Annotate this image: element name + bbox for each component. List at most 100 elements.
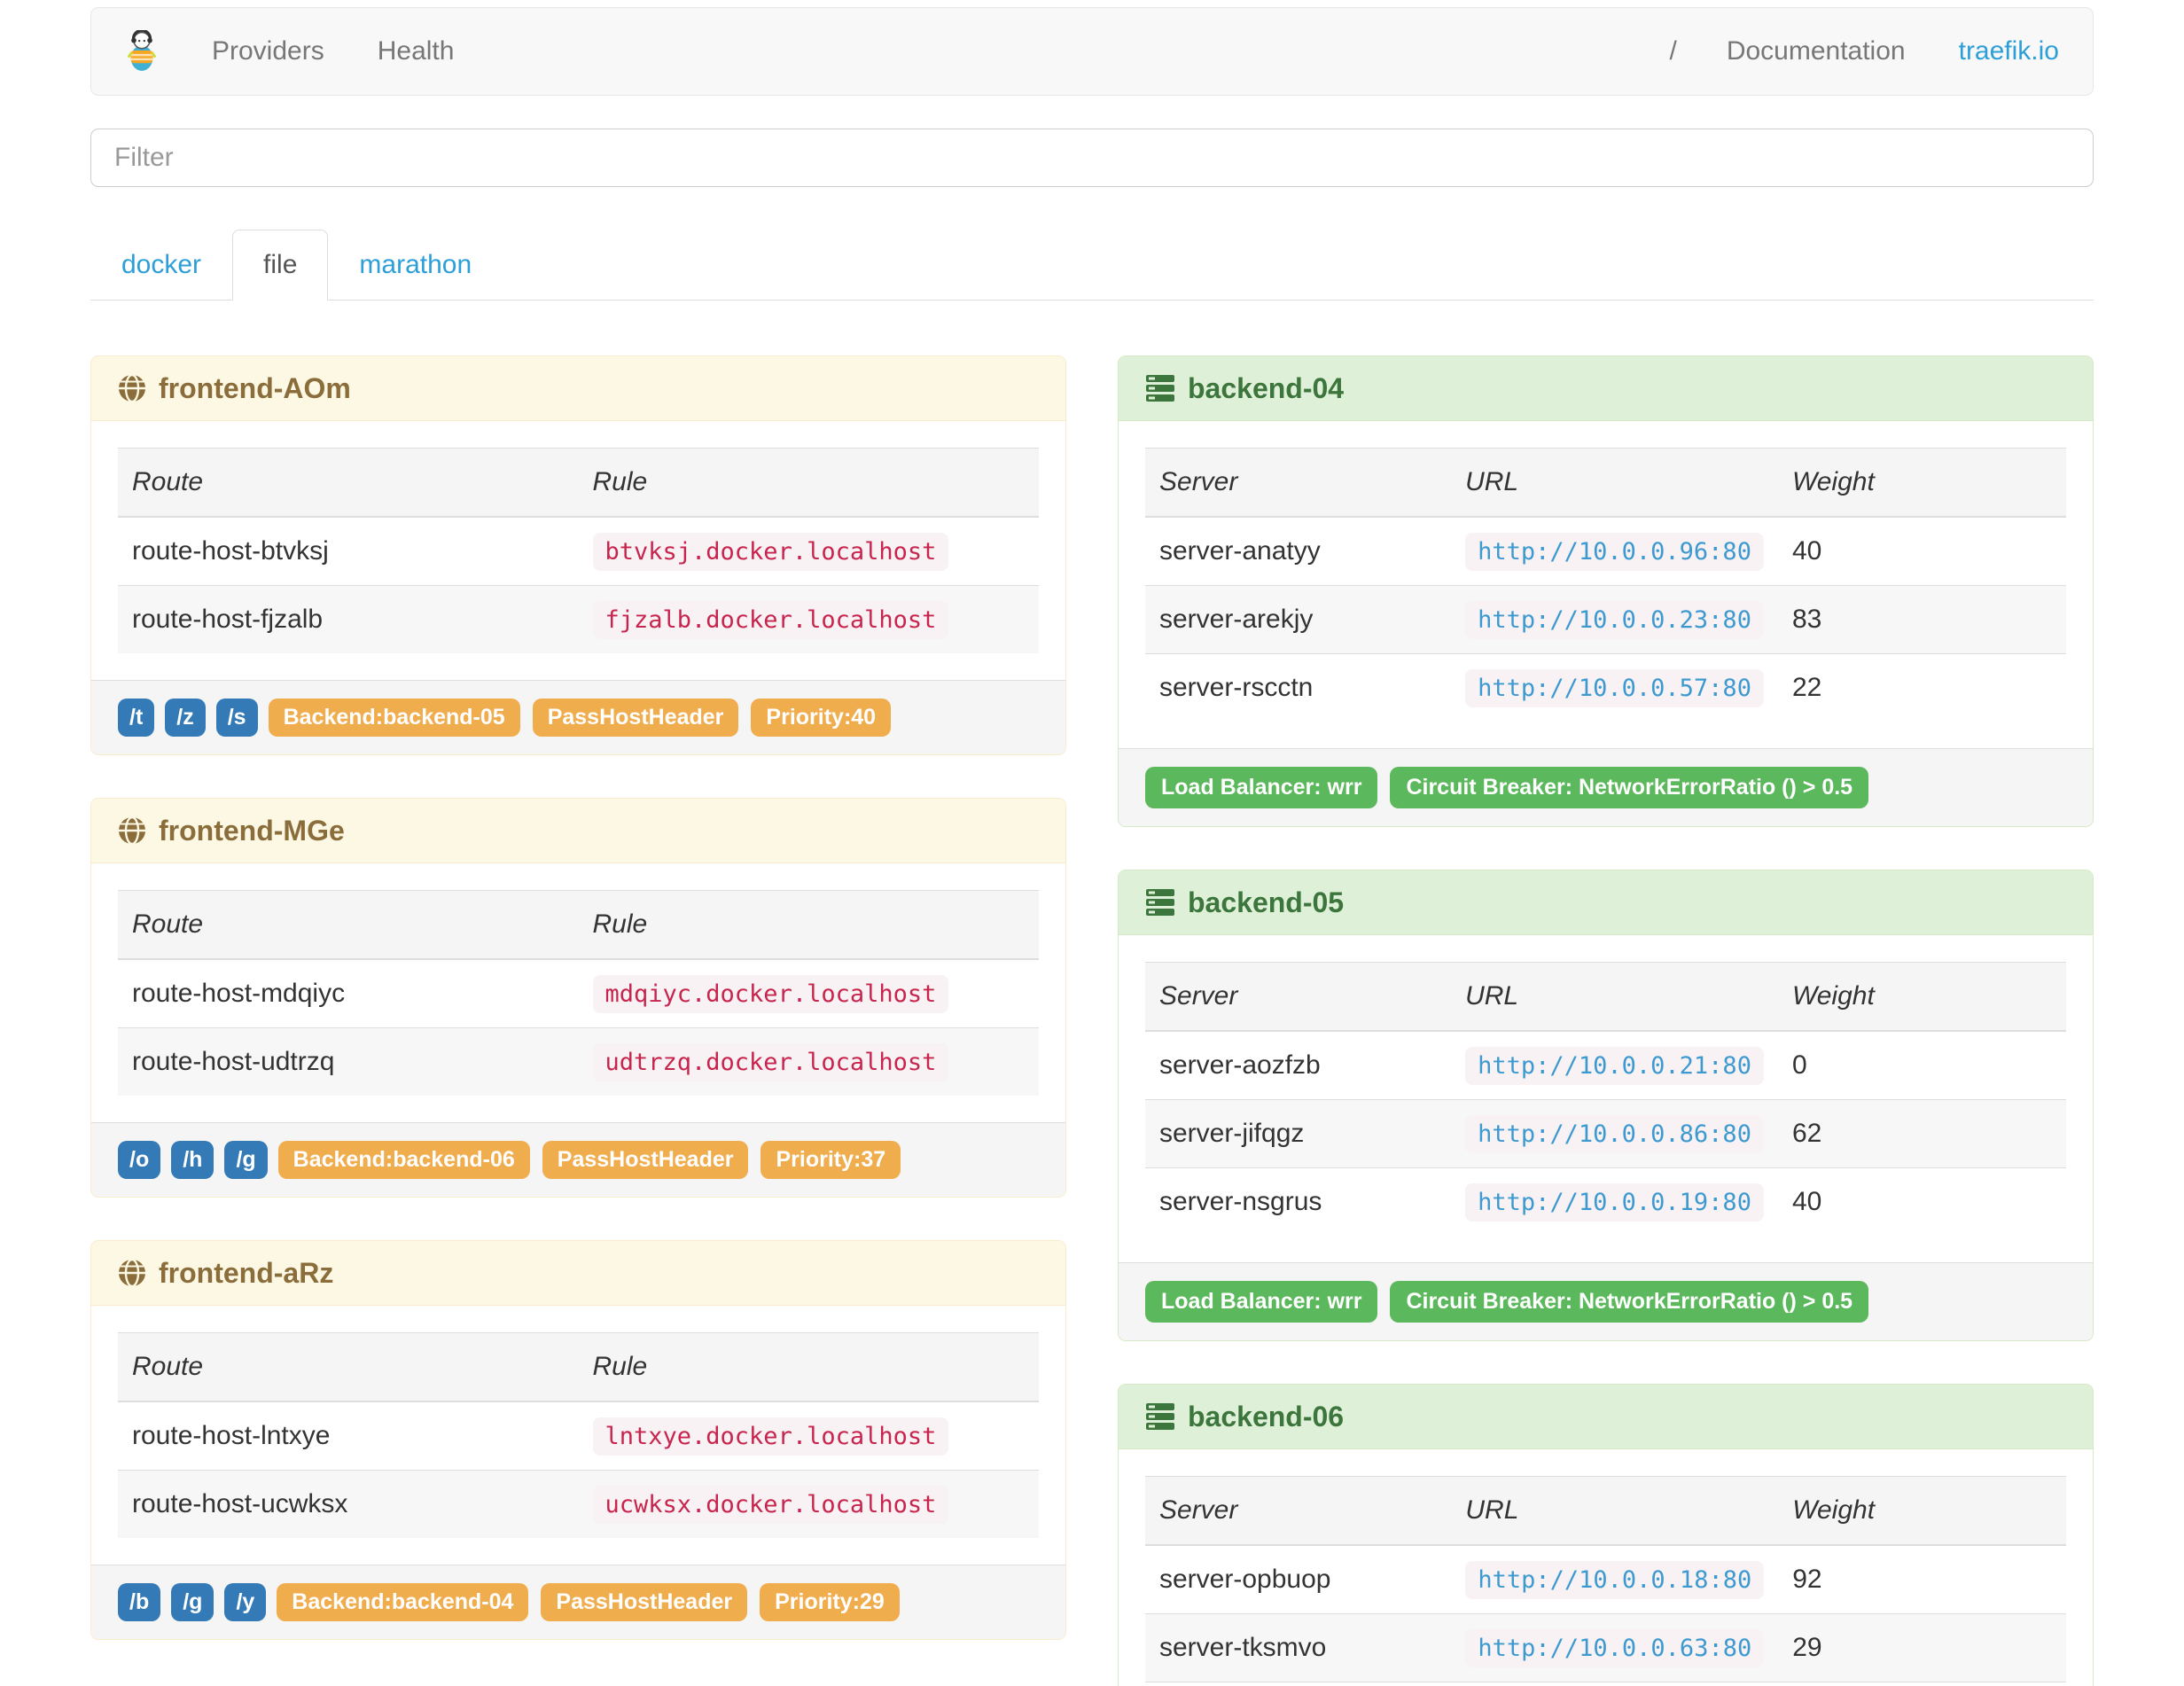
frontend-panel-MGe: frontend-MGe Route Rule route-host-mdqiy… bbox=[90, 798, 1066, 1198]
backend-badge: Backend:backend-05 bbox=[268, 699, 520, 737]
server-name: server-anatyy bbox=[1159, 536, 1321, 566]
table-row: server-anatyy http://10.0.0.96:80 40 bbox=[1145, 517, 2066, 586]
frontend-panel-AOm: frontend-AOm Route Rule route-host-btvks… bbox=[90, 355, 1066, 755]
servers-table: Server URL Weight server-anatyy http://1… bbox=[1145, 448, 2066, 722]
provider-tabs: docker file marathon bbox=[90, 230, 2094, 301]
server-url: http://10.0.0.57:80 bbox=[1465, 669, 1764, 707]
route-rule: fjzalb.docker.localhost bbox=[592, 601, 949, 639]
circuit-breaker-badge: Circuit Breaker: NetworkErrorRatio () > … bbox=[1390, 1281, 1869, 1323]
nav-separator: / bbox=[1669, 36, 1677, 66]
server-weight: 29 bbox=[1778, 1613, 2066, 1682]
table-row: server-tksmvo http://10.0.0.63:80 29 bbox=[1145, 1613, 2066, 1682]
table-row: route-host-fjzalb fjzalb.docker.localhos… bbox=[118, 585, 1039, 653]
server-weight: 22 bbox=[1777, 653, 2066, 722]
routes-table: Route Rule route-host-mdqiyc mdqiyc.dock… bbox=[118, 890, 1039, 1096]
server-name: server-tksmvo bbox=[1145, 1613, 1452, 1682]
column-header: URL bbox=[1451, 1476, 1779, 1546]
priority-badge: Priority:29 bbox=[760, 1583, 900, 1621]
route-rule: btvksj.docker.localhost bbox=[592, 533, 949, 571]
backends-column: backend-04 Server URL Weight server-anat… bbox=[1118, 355, 2094, 1686]
nav-providers[interactable]: Providers bbox=[185, 36, 351, 66]
priority-badge: Priority:40 bbox=[751, 699, 892, 737]
table-row: route-host-udtrzq udtrzq.docker.localhos… bbox=[118, 1027, 1039, 1096]
entrypoint-badge: /y bbox=[224, 1583, 267, 1621]
server-url: http://10.0.0.23:80 bbox=[1465, 601, 1764, 639]
table-row: server-updqmo http://10.0.0.83:80 57 bbox=[1145, 1682, 2066, 1686]
table-row: route-host-btvksj btvksj.docker.localhos… bbox=[118, 517, 1039, 586]
tab-marathon[interactable]: marathon bbox=[328, 230, 503, 301]
server-weight: 40 bbox=[1791, 536, 1822, 566]
column-header: URL bbox=[1451, 448, 1778, 518]
panel-title: frontend-aRz bbox=[159, 1257, 334, 1289]
server-name: server-updqmo bbox=[1145, 1682, 1452, 1686]
table-row: server-aozfzb http://10.0.0.21:80 0 bbox=[1145, 1031, 2066, 1100]
passhostheader-badge: PassHostHeader bbox=[541, 1583, 748, 1621]
server-icon bbox=[1145, 888, 1175, 917]
filter-input[interactable] bbox=[90, 129, 2094, 187]
tab-file[interactable]: file bbox=[232, 230, 329, 301]
navbar: Providers Health / Documentation traefik… bbox=[90, 7, 2094, 96]
entrypoint-badge: /z bbox=[165, 699, 206, 737]
panel-title: frontend-AOm bbox=[159, 372, 351, 404]
panel-title: backend-04 bbox=[1188, 372, 1345, 404]
server-url: http://10.0.0.18:80 bbox=[1465, 1561, 1765, 1599]
entrypoint-badge: /g bbox=[171, 1583, 214, 1621]
traefik-logo[interactable] bbox=[98, 30, 185, 73]
server-name: server-nsgrus bbox=[1145, 1167, 1452, 1236]
table-row: route-host-mdqiyc mdqiyc.docker.localhos… bbox=[118, 959, 1039, 1028]
backend-panel-04: backend-04 Server URL Weight server-anat… bbox=[1118, 355, 2094, 827]
route-rule: udtrzq.docker.localhost bbox=[592, 1043, 949, 1081]
servers-table: Server URL Weight server-opbuop http://1… bbox=[1145, 1476, 2066, 1686]
server-weight: 92 bbox=[1792, 1565, 1822, 1594]
table-row: route-host-lntxye lntxye.docker.localhos… bbox=[118, 1401, 1039, 1471]
route-name: route-host-mdqiyc bbox=[132, 979, 346, 1008]
backend-badge: Backend:backend-06 bbox=[277, 1141, 530, 1179]
entrypoint-badge: /s bbox=[215, 699, 258, 737]
table-row: server-jifqgz http://10.0.0.86:80 62 bbox=[1145, 1099, 2066, 1168]
globe-icon bbox=[118, 374, 146, 402]
nav-health[interactable]: Health bbox=[351, 36, 481, 66]
panel-title: backend-06 bbox=[1188, 1401, 1345, 1432]
route-rule: lntxye.docker.localhost bbox=[592, 1417, 949, 1456]
column-header: Weight bbox=[1777, 962, 2066, 1032]
routes-table: Route Rule route-host-btvksj btvksj.dock… bbox=[118, 448, 1039, 653]
circuit-breaker-badge: Circuit Breaker: NetworkErrorRatio () > … bbox=[1390, 767, 1869, 808]
entrypoint-badge: /g bbox=[224, 1141, 268, 1179]
backend-badge: Backend:backend-04 bbox=[277, 1583, 529, 1621]
column-header: Rule bbox=[578, 448, 1039, 518]
entrypoint-badge: /h bbox=[171, 1141, 214, 1179]
frontends-column: frontend-AOm Route Rule route-host-btvks… bbox=[90, 355, 1066, 1682]
server-weight: 57 bbox=[1778, 1682, 2066, 1686]
server-name: server-rscctn bbox=[1145, 653, 1452, 722]
column-header: Rule bbox=[578, 1332, 1039, 1402]
nav-traefik-io[interactable]: traefik.io bbox=[1932, 36, 2086, 66]
server-weight: 0 bbox=[1791, 1050, 1807, 1080]
servers-table: Server URL Weight server-aozfzb http://1… bbox=[1145, 962, 2066, 1236]
server-url: http://10.0.0.96:80 bbox=[1465, 533, 1764, 571]
column-header: Rule bbox=[578, 890, 1039, 960]
server-weight: 62 bbox=[1777, 1099, 2066, 1168]
server-name: server-arekjy bbox=[1145, 585, 1452, 654]
frontend-panel-aRz: frontend-aRz Route Rule route-host-lntxy… bbox=[90, 1240, 1066, 1640]
route-name: route-host-ucwksx bbox=[118, 1470, 579, 1538]
server-weight: 40 bbox=[1777, 1167, 2066, 1236]
server-name: server-opbuop bbox=[1159, 1565, 1331, 1594]
column-header: URL bbox=[1451, 962, 1778, 1032]
nav-documentation[interactable]: Documentation bbox=[1700, 36, 1932, 66]
tab-docker[interactable]: docker bbox=[90, 230, 232, 301]
traefik-mascot-icon bbox=[125, 30, 159, 73]
column-header: Server bbox=[1145, 448, 1452, 518]
table-row: server-opbuop http://10.0.0.18:80 92 bbox=[1145, 1545, 2066, 1614]
route-name: route-host-udtrzq bbox=[118, 1027, 579, 1096]
route-rule: ucwksx.docker.localhost bbox=[592, 1486, 949, 1524]
server-icon bbox=[1145, 1402, 1175, 1431]
routes-table: Route Rule route-host-lntxye lntxye.dock… bbox=[118, 1332, 1039, 1538]
route-name: route-host-btvksj bbox=[132, 536, 329, 566]
priority-badge: Priority:37 bbox=[760, 1141, 901, 1179]
column-header: Server bbox=[1145, 1476, 1452, 1546]
column-header: Server bbox=[1145, 962, 1452, 1032]
server-url: http://10.0.0.86:80 bbox=[1465, 1115, 1764, 1153]
column-header: Weight bbox=[1778, 1476, 2066, 1546]
server-url: http://10.0.0.19:80 bbox=[1465, 1183, 1764, 1222]
table-row: server-arekjy http://10.0.0.23:80 83 bbox=[1145, 585, 2066, 654]
